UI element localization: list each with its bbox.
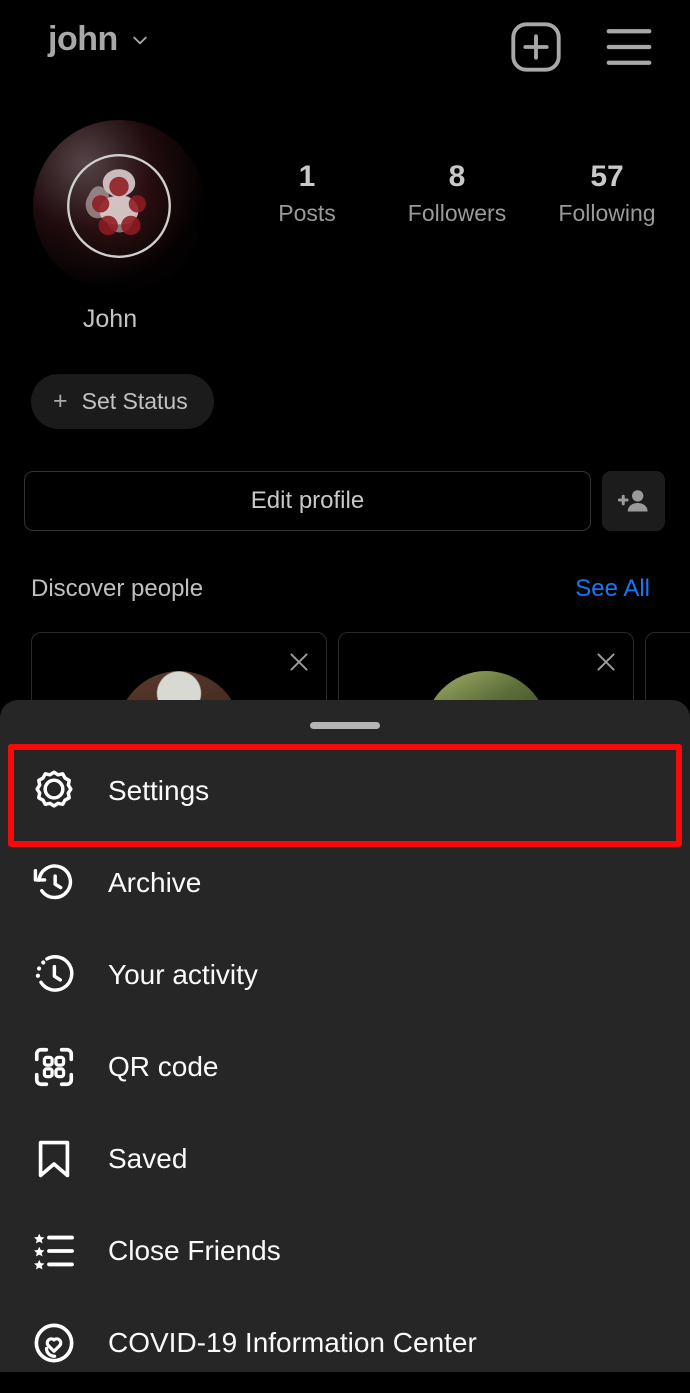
drag-handle[interactable]: [310, 722, 380, 729]
bottom-sheet-menu: Settings Archive Your activity QR code S…: [0, 700, 690, 1372]
heart-circle-icon: [30, 1319, 78, 1367]
account-switcher[interactable]: john: [48, 20, 150, 59]
top-header: john: [0, 0, 690, 90]
star-list-icon: [30, 1227, 78, 1275]
close-icon[interactable]: [286, 649, 312, 675]
menu-item-settings[interactable]: Settings: [0, 745, 690, 837]
menu-item-qr-code[interactable]: QR code: [0, 1021, 690, 1113]
menu-item-close-friends[interactable]: Close Friends: [0, 1205, 690, 1297]
close-icon[interactable]: [593, 649, 619, 675]
menu-item-label: Archive: [108, 867, 202, 898]
menu-item-label: Saved: [108, 1143, 188, 1174]
instagram-profile-screen: john 1 Posts 8 Followers 57 Following Jo…: [0, 0, 690, 1393]
set-status-button[interactable]: + Set Status: [31, 374, 214, 429]
stat-value: 8: [448, 160, 466, 193]
add-person-button[interactable]: [602, 471, 665, 531]
stat-following[interactable]: 57 Following: [532, 160, 682, 227]
menu-item-saved[interactable]: Saved: [0, 1113, 690, 1205]
profile-full-name: John: [82, 305, 138, 333]
stat-followers[interactable]: 8 Followers: [382, 160, 532, 227]
bottom-system-bar: [0, 1372, 690, 1393]
discover-people-header: Discover people See All: [0, 575, 690, 615]
profile-stats: 1 Posts 8 Followers 57 Following: [232, 160, 682, 227]
plus-icon: +: [53, 387, 68, 415]
stat-posts[interactable]: 1 Posts: [232, 160, 382, 227]
username-label: john: [48, 20, 118, 58]
stat-label: Posts: [278, 200, 336, 226]
activity-clock-icon: [30, 951, 78, 999]
menu-item-label: QR code: [108, 1051, 219, 1082]
edit-profile-label: Edit profile: [250, 487, 365, 514]
menu-item-label: Close Friends: [108, 1235, 281, 1266]
avatar-emblem-icon: [67, 154, 171, 258]
menu-item-label: Your activity: [108, 959, 258, 990]
set-status-label: Set Status: [81, 388, 188, 414]
gear-icon: [30, 767, 78, 815]
menu-list: Settings Archive Your activity QR code S…: [0, 745, 690, 1389]
plus-square-icon[interactable]: [507, 18, 565, 76]
profile-avatar[interactable]: [33, 120, 205, 292]
edit-profile-button[interactable]: Edit profile: [24, 471, 591, 531]
qr-code-icon: [30, 1043, 78, 1091]
menu-item-label: COVID-19 Information Center: [108, 1327, 477, 1358]
stat-label: Following: [558, 200, 656, 226]
chevron-down-icon: [130, 30, 150, 50]
menu-item-archive[interactable]: Archive: [0, 837, 690, 929]
menu-item-your-activity[interactable]: Your activity: [0, 929, 690, 1021]
discover-people-title: Discover people: [31, 575, 204, 602]
archive-clock-icon: [30, 859, 78, 907]
hamburger-menu-icon[interactable]: [602, 22, 656, 72]
see-all-link[interactable]: See All: [575, 575, 650, 603]
bookmark-icon: [30, 1135, 78, 1183]
stat-label: Followers: [407, 200, 507, 226]
menu-item-label: Settings: [108, 775, 210, 806]
stat-value: 1: [298, 160, 316, 193]
add-person-icon: [617, 490, 648, 512]
stat-value: 57: [590, 160, 624, 193]
